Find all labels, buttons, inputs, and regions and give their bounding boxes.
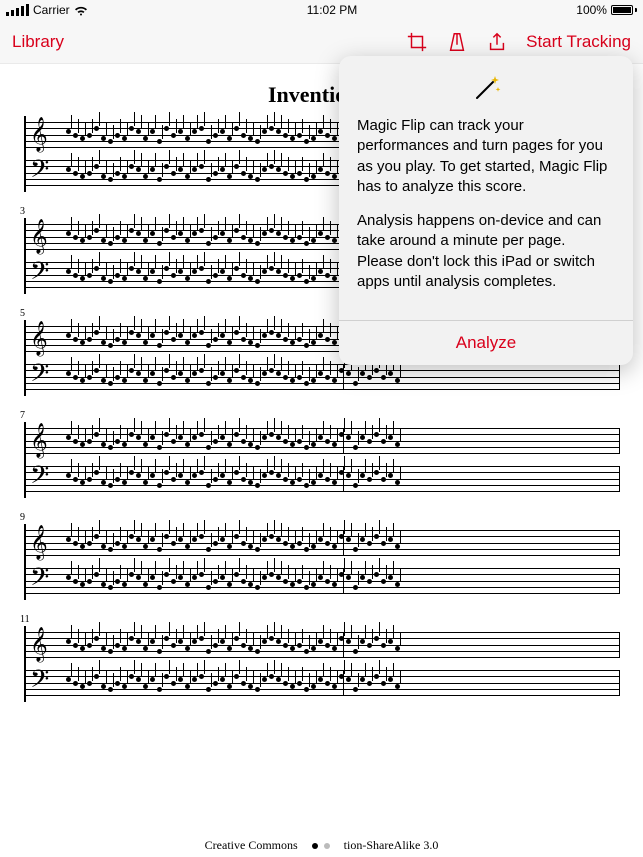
- bass-staff: 𝄢: [26, 460, 619, 498]
- staff-system: 11𝄞𝄢: [24, 626, 619, 702]
- battery-icon: [611, 5, 637, 15]
- bass-clef-icon: 𝄢: [30, 562, 49, 600]
- bass-staff: 𝄢: [26, 562, 619, 600]
- status-left: Carrier: [6, 3, 88, 17]
- battery-pct: 100%: [576, 3, 607, 17]
- treble-staff: 𝄞: [26, 626, 619, 664]
- bass-clef-icon: 𝄢: [30, 460, 49, 498]
- page-dot-2[interactable]: [324, 843, 330, 849]
- bar-number: 7: [20, 410, 25, 421]
- popover-text-1: Magic Flip can track your performances a…: [357, 116, 615, 197]
- footer-left: Creative Commons: [205, 838, 298, 853]
- treble-staff: 𝄞: [26, 524, 619, 562]
- bar-number: 9: [20, 512, 25, 523]
- bar-number: 3: [20, 206, 25, 217]
- magic-wand-icon: [339, 56, 633, 116]
- treble-clef-icon: 𝄞: [30, 626, 48, 664]
- bar-number: 5: [20, 308, 25, 319]
- carrier-label: Carrier: [33, 3, 70, 17]
- analyze-popover: Magic Flip can track your performances a…: [339, 56, 633, 365]
- status-bar: Carrier 11:02 PM 100%: [0, 0, 643, 20]
- share-icon[interactable]: [486, 31, 508, 53]
- wifi-icon: [74, 5, 88, 16]
- nav-actions: Start Tracking: [406, 31, 631, 53]
- treble-clef-icon: 𝄞: [30, 116, 48, 154]
- page-indicator[interactable]: [304, 841, 338, 851]
- status-right: 100%: [576, 3, 637, 17]
- treble-clef-icon: 𝄞: [30, 218, 48, 256]
- signal-icon: [6, 4, 29, 16]
- staff-system: 9𝄞𝄢: [24, 524, 619, 600]
- bass-clef-icon: 𝄢: [30, 256, 49, 294]
- popover-text-2: Analysis happens on-device and can take …: [357, 211, 615, 292]
- library-button[interactable]: Library: [12, 32, 64, 52]
- treble-clef-icon: 𝄞: [30, 524, 48, 562]
- metronome-icon[interactable]: [446, 31, 468, 53]
- start-tracking-button[interactable]: Start Tracking: [526, 32, 631, 52]
- page-dot-1[interactable]: [312, 843, 318, 849]
- treble-clef-icon: 𝄞: [30, 320, 48, 358]
- analyze-button[interactable]: Analyze: [339, 320, 633, 365]
- crop-icon[interactable]: [406, 31, 428, 53]
- treble-staff: 𝄞: [26, 422, 619, 460]
- bass-clef-icon: 𝄢: [30, 664, 49, 702]
- bass-staff: 𝄢: [26, 664, 619, 702]
- footer: Creative Commons tion-ShareAlike 3.0: [0, 838, 643, 853]
- staff-system: 7𝄞𝄢: [24, 422, 619, 498]
- bar-number: 11: [20, 614, 30, 625]
- treble-clef-icon: 𝄞: [30, 422, 48, 460]
- status-time: 11:02 PM: [307, 3, 357, 17]
- footer-right: tion-ShareAlike 3.0: [344, 838, 439, 853]
- bass-clef-icon: 𝄢: [30, 358, 49, 396]
- bass-clef-icon: 𝄢: [30, 154, 49, 192]
- popover-body: Magic Flip can track your performances a…: [339, 116, 633, 320]
